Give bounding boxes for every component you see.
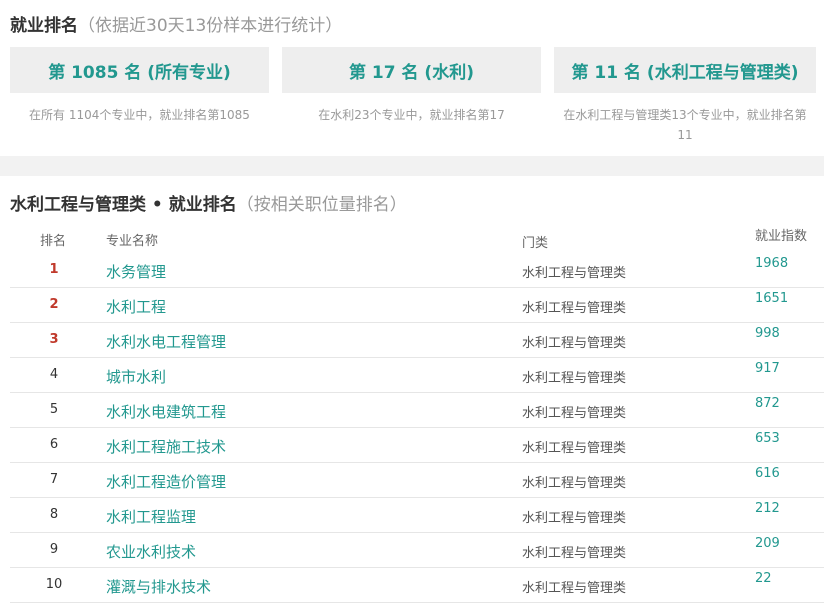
row-category: 水利工程与管理类 — [522, 476, 627, 491]
employment-summary-section: 就业排名（依据近30天13份样本进行统计） 第 1085 名 (所有专业) 在所… — [0, 0, 824, 156]
summary-subtitle: （依据近30天13份样本进行统计） — [78, 16, 343, 36]
table-row: 3 水利水电工程管理 水利工程与管理类 998 — [10, 323, 824, 358]
row-score: 998 — [755, 326, 780, 341]
rank-card-discipline-value: 第 17 名 (水利) — [282, 47, 541, 93]
rank-card-discipline-desc: 在水利23个专业中，就业排名第17 — [318, 108, 505, 122]
row-rank: 5 — [49, 402, 59, 417]
row-category: 水利工程与管理类 — [522, 266, 627, 281]
major-link[interactable]: 水利工程施工技术 — [106, 436, 226, 457]
table-row: 9 农业水利技术 水利工程与管理类 209 — [10, 533, 824, 568]
row-rank: 7 — [49, 472, 59, 487]
row-score: 209 — [755, 536, 780, 551]
table-row: 4 城市水利 水利工程与管理类 917 — [10, 358, 824, 393]
row-category: 水利工程与管理类 — [522, 441, 627, 456]
row-category: 水利工程与管理类 — [522, 581, 627, 596]
ranking-subtitle: （按相关职位量排名） — [236, 195, 407, 215]
rank-card-all-desc: 在所有 1104个专业中，就业排名第1085 — [29, 108, 250, 122]
row-rank: 6 — [49, 437, 59, 452]
row-score: 1968 — [755, 256, 789, 271]
row-score: 22 — [755, 571, 772, 586]
rank-card-all: 第 1085 名 (所有专业) 在所有 1104个专业中，就业排名第1085 — [10, 47, 269, 125]
major-link[interactable]: 水利水电工程管理 — [106, 331, 226, 352]
row-category: 水利工程与管理类 — [522, 371, 627, 386]
table-row: 8 水利工程监理 水利工程与管理类 212 — [10, 498, 824, 533]
major-link[interactable]: 水利工程监理 — [106, 506, 196, 527]
row-rank: 4 — [49, 367, 59, 382]
header-score: 就业指数 — [755, 229, 808, 244]
major-link[interactable]: 水利工程 — [106, 296, 166, 317]
summary-title: 就业排名 — [10, 16, 78, 36]
row-rank: 2 — [49, 297, 59, 312]
row-score: 917 — [755, 361, 780, 376]
major-link[interactable]: 农业水利技术 — [106, 541, 196, 562]
row-rank: 1 — [49, 262, 59, 277]
row-rank: 10 — [45, 577, 63, 592]
row-score: 653 — [755, 431, 780, 446]
row-category: 水利工程与管理类 — [522, 511, 627, 526]
rank-card-discipline: 第 17 名 (水利) 在水利23个专业中，就业排名第17 — [282, 47, 541, 125]
table-row: 1 水务管理 水利工程与管理类 1968 — [10, 253, 824, 288]
header-name: 专业名称 — [106, 234, 159, 249]
major-link[interactable]: 水务管理 — [106, 261, 166, 282]
row-category: 水利工程与管理类 — [522, 546, 627, 561]
summary-heading: 就业排名（依据近30天13份样本进行统计） — [10, 11, 342, 36]
rank-card-category: 第 11 名 (水利工程与管理类) 在水利工程与管理类13个专业中，就业排名第1… — [554, 47, 816, 145]
ranking-table: 1 水务管理 水利工程与管理类 1968 2 水利工程 水利工程与管理类 165… — [10, 253, 824, 603]
rank-card-category-desc: 在水利工程与管理类13个专业中，就业排名第11 — [563, 108, 807, 142]
table-row: 10 灌溉与排水技术 水利工程与管理类 22 — [10, 568, 824, 603]
row-category: 水利工程与管理类 — [522, 406, 627, 421]
table-row: 6 水利工程施工技术 水利工程与管理类 653 — [10, 428, 824, 463]
table-row: 2 水利工程 水利工程与管理类 1651 — [10, 288, 824, 323]
row-rank: 8 — [49, 507, 59, 522]
header-category: 门类 — [522, 236, 549, 251]
row-score: 1651 — [755, 291, 789, 306]
row-category: 水利工程与管理类 — [522, 301, 627, 316]
rank-cards: 第 1085 名 (所有专业) 在所有 1104个专业中，就业排名第1085 第… — [10, 47, 816, 147]
header-rank: 排名 — [40, 234, 67, 249]
major-link[interactable]: 城市水利 — [106, 366, 166, 387]
row-score: 212 — [755, 501, 780, 516]
table-row: 7 水利工程造价管理 水利工程与管理类 616 — [10, 463, 824, 498]
major-link[interactable]: 水利工程造价管理 — [106, 471, 226, 492]
row-score: 872 — [755, 396, 780, 411]
ranking-title: 水利工程与管理类 • 就业排名 — [10, 195, 237, 215]
row-category: 水利工程与管理类 — [522, 336, 627, 351]
section-divider — [0, 156, 824, 176]
row-rank: 3 — [49, 332, 59, 347]
row-rank: 9 — [49, 542, 59, 557]
category-ranking-section: 水利工程与管理类 • 就业排名（按相关职位量排名） 排名 专业名称 门类 就业指… — [0, 176, 824, 604]
major-link[interactable]: 水利水电建筑工程 — [106, 401, 226, 422]
rank-card-category-value: 第 11 名 (水利工程与管理类) — [554, 47, 816, 93]
ranking-heading: 水利工程与管理类 • 就业排名（按相关职位量排名） — [10, 190, 407, 215]
table-row: 5 水利水电建筑工程 水利工程与管理类 872 — [10, 393, 824, 428]
row-score: 616 — [755, 466, 780, 481]
rank-card-all-value: 第 1085 名 (所有专业) — [10, 47, 269, 93]
major-link[interactable]: 灌溉与排水技术 — [106, 576, 211, 597]
